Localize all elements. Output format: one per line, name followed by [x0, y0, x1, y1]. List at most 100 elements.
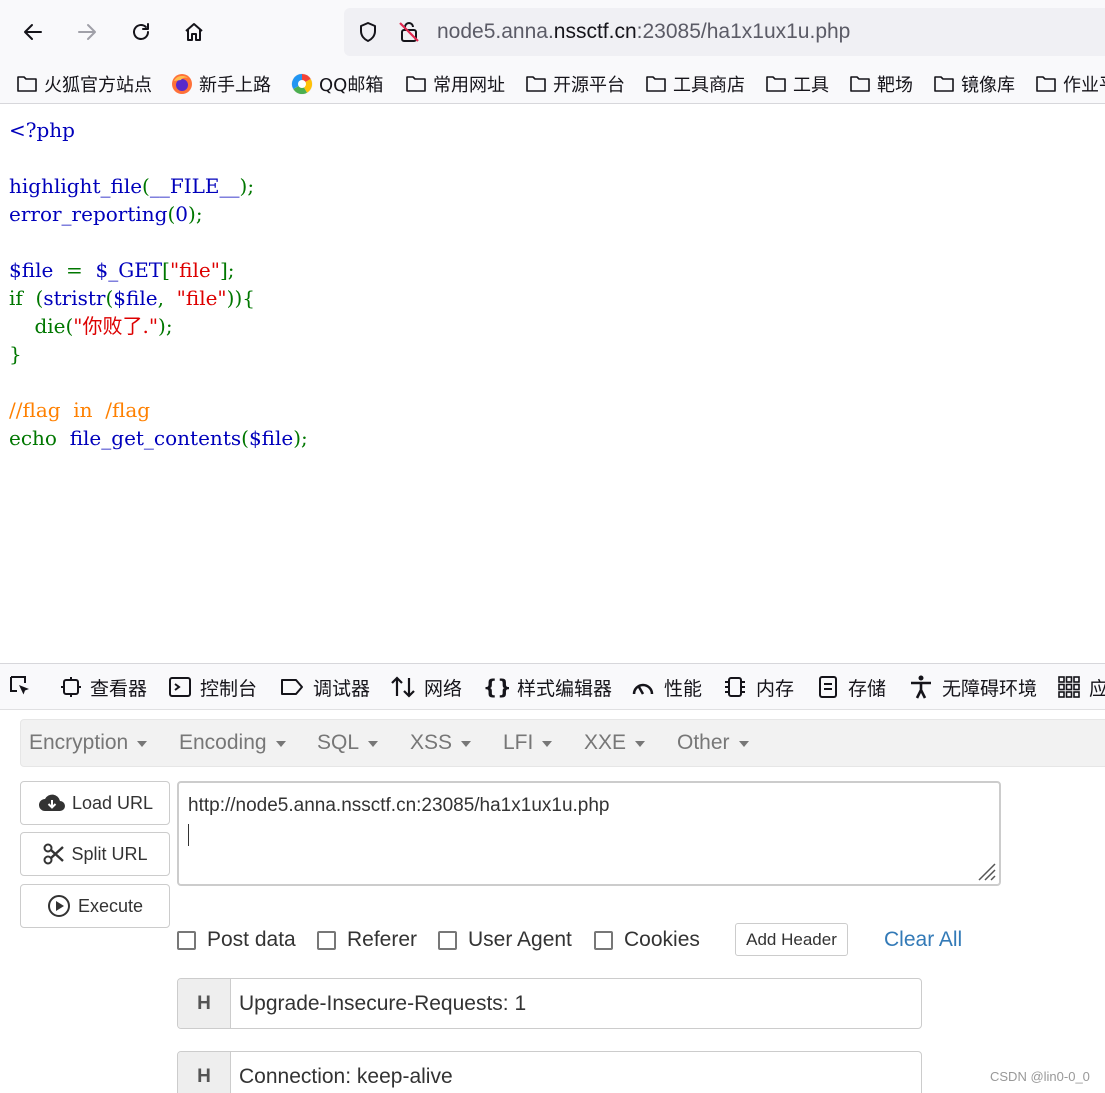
bookmark-label: 新手上路 — [199, 75, 271, 96]
tab-label: 调试器 — [313, 677, 371, 700]
code-line: highlight_file(__FILE__); — [9, 172, 308, 200]
folder-icon — [1036, 76, 1056, 92]
browser-navbar: node5.anna.nssctf.cn:23085/ha1x1ux1u.php — [0, 0, 1105, 64]
checkbox-box[interactable] — [438, 930, 457, 950]
bookmark-folder-mirror[interactable]: 镜像库 — [933, 70, 1015, 98]
element-picker-button[interactable] — [8, 672, 42, 702]
insecure-lock-icon[interactable] — [397, 20, 421, 44]
bookmarks-toolbar: 火狐官方站点 新手上路 QQ邮箱 常用网址 开源平台 工具商店 工具 靶场 镜像… — [0, 64, 1105, 104]
tab-style-editor[interactable]: {} 样式编辑器 — [483, 672, 612, 702]
load-url-button[interactable]: Load URL — [20, 781, 170, 825]
user-agent-checkbox[interactable]: User Agent — [438, 928, 572, 952]
home-button[interactable] — [176, 14, 212, 50]
code-token: , — [157, 286, 164, 310]
tracking-protection-shield-icon[interactable] — [356, 20, 380, 44]
menu-lfi[interactable]: LFI — [503, 731, 553, 755]
code-token: )){ — [226, 286, 255, 310]
element-picker-icon — [10, 676, 29, 695]
header-row[interactable]: H Connection: keep-alive — [177, 1051, 922, 1093]
bookmark-folder-common-sites[interactable]: 常用网址 — [405, 70, 505, 98]
menu-other[interactable]: Other — [677, 731, 749, 755]
header-row[interactable]: H Upgrade-Insecure-Requests: 1 — [177, 978, 922, 1029]
button-label: Load URL — [71, 792, 154, 813]
menu-xxe[interactable]: XXE — [584, 731, 646, 755]
tab-memory[interactable]: 内存 — [722, 672, 794, 702]
folder-icon — [17, 76, 37, 92]
address-bar[interactable]: node5.anna.nssctf.cn:23085/ha1x1ux1u.php — [344, 8, 1105, 56]
menu-encoding[interactable]: Encoding — [179, 731, 286, 755]
csdn-watermark: CSDN @lin0-0_0 — [990, 1069, 1090, 1084]
cookies-checkbox[interactable]: Cookies — [594, 928, 700, 952]
execute-button[interactable]: Execute — [20, 884, 170, 928]
code-line: } — [9, 340, 308, 368]
back-button[interactable] — [15, 14, 51, 50]
tab-debugger[interactable]: 调试器 — [279, 672, 370, 702]
code-token: $_GET — [95, 258, 163, 282]
header-value[interactable]: Upgrade-Insecure-Requests: 1 — [239, 992, 526, 1016]
code-token: error_reporting — [9, 202, 168, 226]
bookmark-label: 火狐官方站点 — [44, 75, 152, 96]
bookmark-folder-open-source[interactable]: 开源平台 — [525, 70, 625, 98]
tab-console[interactable]: 控制台 — [168, 672, 257, 702]
bookmark-folder-range[interactable]: 靶场 — [849, 70, 913, 98]
folder-icon — [850, 76, 870, 92]
code-token: ); — [239, 174, 255, 198]
php-source-code: <?php highlight_file(__FILE__); error_rep… — [9, 116, 308, 452]
bookmark-folder-homework[interactable]: 作业平 — [1035, 70, 1105, 98]
bookmark-label: 靶场 — [877, 75, 913, 96]
tab-performance[interactable]: 性能 — [630, 672, 702, 702]
checkbox-box[interactable] — [177, 930, 196, 950]
caret-down-icon — [137, 741, 148, 747]
split-url-button[interactable]: Split URL — [20, 832, 170, 876]
code-line: error_reporting(0); — [9, 200, 308, 228]
tab-storage[interactable]: 存储 — [816, 672, 886, 702]
menu-encryption[interactable]: Encryption — [29, 731, 148, 755]
code-line: echo file_get_contents($file); — [9, 424, 308, 452]
checkbox-box[interactable] — [594, 930, 613, 950]
menu-xss[interactable]: XSS — [410, 731, 472, 755]
code-token: [ — [162, 258, 170, 282]
bookmark-folder-tools[interactable]: 工具 — [765, 70, 829, 98]
code-token: file_get_contents — [69, 426, 242, 450]
clear-all-link[interactable]: Clear All — [884, 928, 962, 952]
code-token: "file" — [176, 286, 227, 310]
referer-checkbox[interactable]: Referer — [317, 928, 417, 952]
code-token: $file — [248, 426, 294, 450]
add-header-button[interactable]: Add Header — [735, 923, 848, 956]
bookmark-label: 开源平台 — [553, 75, 625, 96]
checkbox-box[interactable] — [317, 930, 336, 950]
post-data-checkbox[interactable]: Post data — [177, 928, 296, 952]
code-token: ]; — [219, 258, 235, 282]
code-line: //flag in /flag — [9, 396, 308, 424]
code-token: die( — [34, 314, 74, 338]
url-textarea-value: http://node5.anna.nssctf.cn:23085/ha1x1u… — [188, 795, 610, 816]
bookmark-label: QQ邮箱 — [319, 75, 384, 96]
code-line: die("你败了."); — [9, 312, 308, 340]
code-token: = — [66, 258, 83, 282]
bookmark-getting-started[interactable]: 新手上路 — [171, 70, 271, 98]
tab-accessibility[interactable]: 无障碍环境 — [908, 672, 1037, 702]
button-label: Execute — [77, 895, 144, 916]
bookmark-folder-tool-store[interactable]: 工具商店 — [645, 70, 745, 98]
header-value[interactable]: Connection: keep-alive — [239, 1065, 453, 1089]
code-token: echo — [9, 426, 57, 450]
header-tag: H — [178, 1052, 231, 1093]
bookmark-qq-mail[interactable]: QQ邮箱 — [291, 70, 383, 98]
reload-button[interactable] — [123, 14, 159, 50]
firefox-icon — [172, 74, 192, 94]
bookmark-folder-firefox-official[interactable]: 火狐官方站点 — [16, 70, 152, 98]
address-bar-url[interactable]: node5.anna.nssctf.cn:23085/ha1x1ux1u.php — [437, 20, 850, 44]
tab-inspector[interactable]: 查看器 — [60, 672, 147, 702]
hackbar-url-textarea[interactable]: http://node5.anna.nssctf.cn:23085/ha1x1u… — [177, 781, 1001, 886]
tab-network[interactable]: 网络 — [390, 672, 462, 702]
menu-sql[interactable]: SQL — [317, 731, 379, 755]
tab-application[interactable]: 应 — [1057, 672, 1105, 702]
code-token: $file — [113, 286, 158, 310]
forward-button[interactable] — [69, 14, 105, 50]
folder-icon — [526, 76, 546, 92]
checkbox-label: User Agent — [468, 928, 572, 951]
menu-label: LFI — [503, 731, 534, 754]
home-icon — [185, 23, 203, 41]
resize-grip-icon[interactable] — [975, 860, 997, 882]
